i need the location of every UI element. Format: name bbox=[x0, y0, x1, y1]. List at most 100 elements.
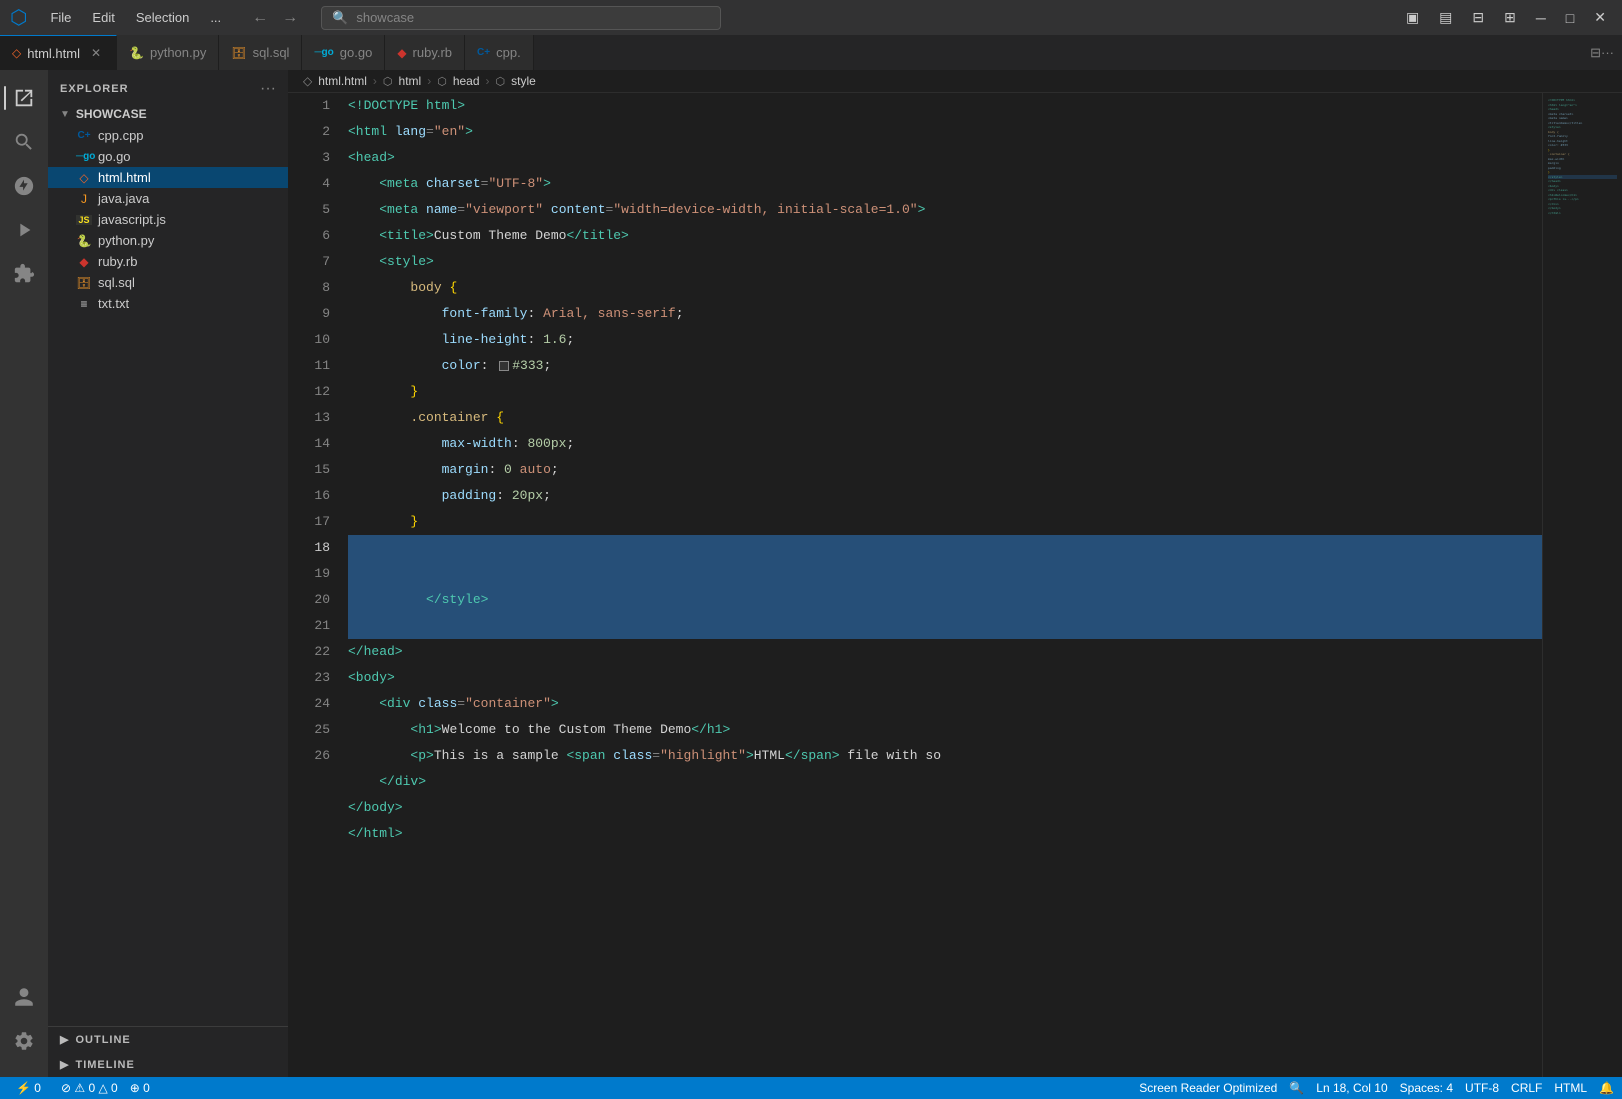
timeline-arrow-icon: ▶ bbox=[60, 1058, 69, 1071]
outline-title: OUTLINE bbox=[75, 1034, 130, 1046]
line-24: 24 bbox=[296, 691, 330, 717]
line-12: 12 bbox=[296, 379, 330, 405]
line-5: 5 bbox=[296, 197, 330, 223]
file-js-name: javascript.js bbox=[98, 212, 166, 227]
status-right: Screen Reader Optimized 🔍 Ln 18, Col 10 … bbox=[1139, 1081, 1614, 1095]
js-icon: JS bbox=[76, 215, 92, 225]
activity-run[interactable] bbox=[4, 210, 44, 250]
code-line-23: <p> This is a sample <span class = "high… bbox=[348, 743, 1542, 769]
line-17: 17 bbox=[296, 509, 330, 535]
go-icon: ─go bbox=[76, 151, 92, 162]
activity-extensions[interactable] bbox=[4, 254, 44, 294]
tab-html-close-button[interactable]: ✕ bbox=[88, 45, 104, 61]
line-21: 21 bbox=[296, 613, 330, 639]
minimap: <!DOCTYPE html> <html lang="en"> <head> … bbox=[1542, 93, 1622, 1077]
layout-toggle-button[interactable]: ▣ bbox=[1400, 6, 1425, 29]
code-content[interactable]: <!DOCTYPE html> <html lang = "en" > <hea… bbox=[338, 93, 1542, 1077]
search-box[interactable]: 🔍 showcase bbox=[321, 6, 721, 30]
tab-go[interactable]: ─go go.go bbox=[302, 35, 385, 70]
breadcrumb-html[interactable]: html bbox=[399, 74, 422, 88]
breadcrumb-sep-3: › bbox=[486, 74, 490, 88]
tab-html[interactable]: ◇ html.html ✕ bbox=[0, 35, 117, 70]
breadcrumb-file[interactable]: html.html bbox=[318, 74, 367, 88]
python-file-icon: 🐍 bbox=[129, 46, 144, 60]
file-ruby[interactable]: ◆ ruby.rb bbox=[48, 251, 288, 272]
code-line-2: <html lang = "en" > bbox=[348, 119, 1542, 145]
outline-section[interactable]: ▶ OUTLINE bbox=[48, 1027, 288, 1052]
remote-button[interactable]: ⚡ 0 bbox=[8, 1081, 49, 1095]
split-editor-button[interactable]: ⊟ bbox=[1466, 6, 1490, 29]
sidebar-more-button[interactable]: ··· bbox=[260, 80, 276, 98]
tab-cpp[interactable]: C+ cpp. bbox=[465, 35, 534, 70]
customize-layout-button[interactable]: ⊞ bbox=[1498, 6, 1522, 29]
tab-cpp-label: cpp. bbox=[496, 45, 521, 60]
tab-more-button[interactable]: ⊟ ··· bbox=[1582, 35, 1622, 70]
activity-search[interactable] bbox=[4, 122, 44, 162]
activity-explorer[interactable] bbox=[4, 78, 44, 118]
panel-toggle-button[interactable]: ▤ bbox=[1433, 6, 1458, 29]
file-html[interactable]: ◇ html.html bbox=[48, 167, 288, 188]
tab-ruby[interactable]: ◆ ruby.rb bbox=[385, 35, 465, 70]
encoding-setting[interactable]: UTF-8 bbox=[1465, 1081, 1499, 1095]
folder-arrow-icon: ▼ bbox=[60, 109, 70, 120]
minimize-button[interactable]: ─ bbox=[1530, 7, 1552, 29]
code-line-20: <body> bbox=[348, 665, 1542, 691]
tab-sql[interactable]: 🗄 sql.sql bbox=[219, 35, 302, 70]
code-line-11: color : #333 ; bbox=[348, 353, 1542, 379]
file-js[interactable]: JS javascript.js bbox=[48, 209, 288, 230]
folder-showcase[interactable]: ▼ SHOWCASE bbox=[48, 103, 288, 125]
cpp-icon: C+ bbox=[76, 130, 92, 141]
menu-selection[interactable]: Selection bbox=[128, 8, 197, 27]
sidebar: EXPLORER ··· ▼ SHOWCASE C+ cpp.cpp ─go g… bbox=[48, 70, 288, 1077]
code-line-19: </head> bbox=[348, 639, 1542, 665]
activity-settings[interactable] bbox=[4, 1021, 44, 1061]
activity-account[interactable] bbox=[4, 977, 44, 1017]
maximize-button[interactable]: □ bbox=[1560, 7, 1580, 29]
file-python-name: python.py bbox=[98, 233, 154, 248]
file-java[interactable]: J java.java bbox=[48, 188, 288, 209]
menu-file[interactable]: File bbox=[42, 8, 79, 27]
tab-python[interactable]: 🐍 python.py bbox=[117, 35, 219, 70]
main-area: EXPLORER ··· ▼ SHOWCASE C+ cpp.cpp ─go g… bbox=[0, 70, 1622, 1077]
notifications-button[interactable]: 🔔 bbox=[1599, 1081, 1614, 1095]
errors-warnings[interactable]: ⊘ ⚠ 0 △ 0 bbox=[61, 1081, 118, 1095]
line-1: 1 bbox=[296, 93, 330, 119]
nav-forward-button[interactable]: → bbox=[277, 7, 303, 29]
line-6: 6 bbox=[296, 223, 330, 249]
doctype-tag: <!DOCTYPE html> bbox=[348, 93, 465, 119]
error-count: ⚠ 0 bbox=[74, 1081, 95, 1095]
zoom-icon[interactable]: 🔍 bbox=[1289, 1081, 1304, 1095]
code-line-15: margin : 0 auto ; bbox=[348, 457, 1542, 483]
line-2: 2 bbox=[296, 119, 330, 145]
code-line-22: <h1> Welcome to the Custom Theme Demo </… bbox=[348, 717, 1542, 743]
menu-more[interactable]: ... bbox=[202, 8, 229, 27]
screen-reader-status[interactable]: Screen Reader Optimized bbox=[1139, 1081, 1277, 1095]
spaces-setting[interactable]: Spaces: 4 bbox=[1400, 1081, 1453, 1095]
cursor-position[interactable]: Ln 18, Col 10 bbox=[1316, 1081, 1387, 1095]
line-ending-setting[interactable]: CRLF bbox=[1511, 1081, 1542, 1095]
file-sql[interactable]: 🗄 sql.sql bbox=[48, 272, 288, 293]
menu-edit[interactable]: Edit bbox=[84, 8, 122, 27]
code-line-1: <!DOCTYPE html> bbox=[348, 93, 1542, 119]
file-cpp[interactable]: C+ cpp.cpp bbox=[48, 125, 288, 146]
ruby-file-icon: ◆ bbox=[397, 46, 406, 60]
code-line-9: font-family : Arial, sans-serif ; bbox=[348, 301, 1542, 327]
file-go[interactable]: ─go go.go bbox=[48, 146, 288, 167]
language-mode[interactable]: HTML bbox=[1554, 1081, 1587, 1095]
line-11: 11 bbox=[296, 353, 330, 379]
code-line-8: body { bbox=[348, 275, 1542, 301]
file-python[interactable]: 🐍 python.py bbox=[48, 230, 288, 251]
breadcrumb: ◇ html.html › ⬡ html › ⬡ head › ⬡ style bbox=[288, 70, 1622, 93]
close-button[interactable]: ✕ bbox=[1588, 6, 1612, 29]
network-status[interactable]: ⊕ 0 bbox=[130, 1081, 150, 1095]
code-line-18: </style> bbox=[348, 535, 1542, 639]
python-icon: 🐍 bbox=[76, 234, 92, 248]
nav-back-button[interactable]: ← bbox=[247, 7, 273, 29]
breadcrumb-style[interactable]: style bbox=[511, 74, 536, 88]
code-line-10: line-height : 1.6 ; bbox=[348, 327, 1542, 353]
breadcrumb-head[interactable]: head bbox=[453, 74, 480, 88]
activity-git[interactable] bbox=[4, 166, 44, 206]
file-txt[interactable]: ≡ txt.txt bbox=[48, 293, 288, 314]
timeline-section[interactable]: ▶ TIMELINE bbox=[48, 1052, 288, 1077]
file-cpp-name: cpp.cpp bbox=[98, 128, 144, 143]
